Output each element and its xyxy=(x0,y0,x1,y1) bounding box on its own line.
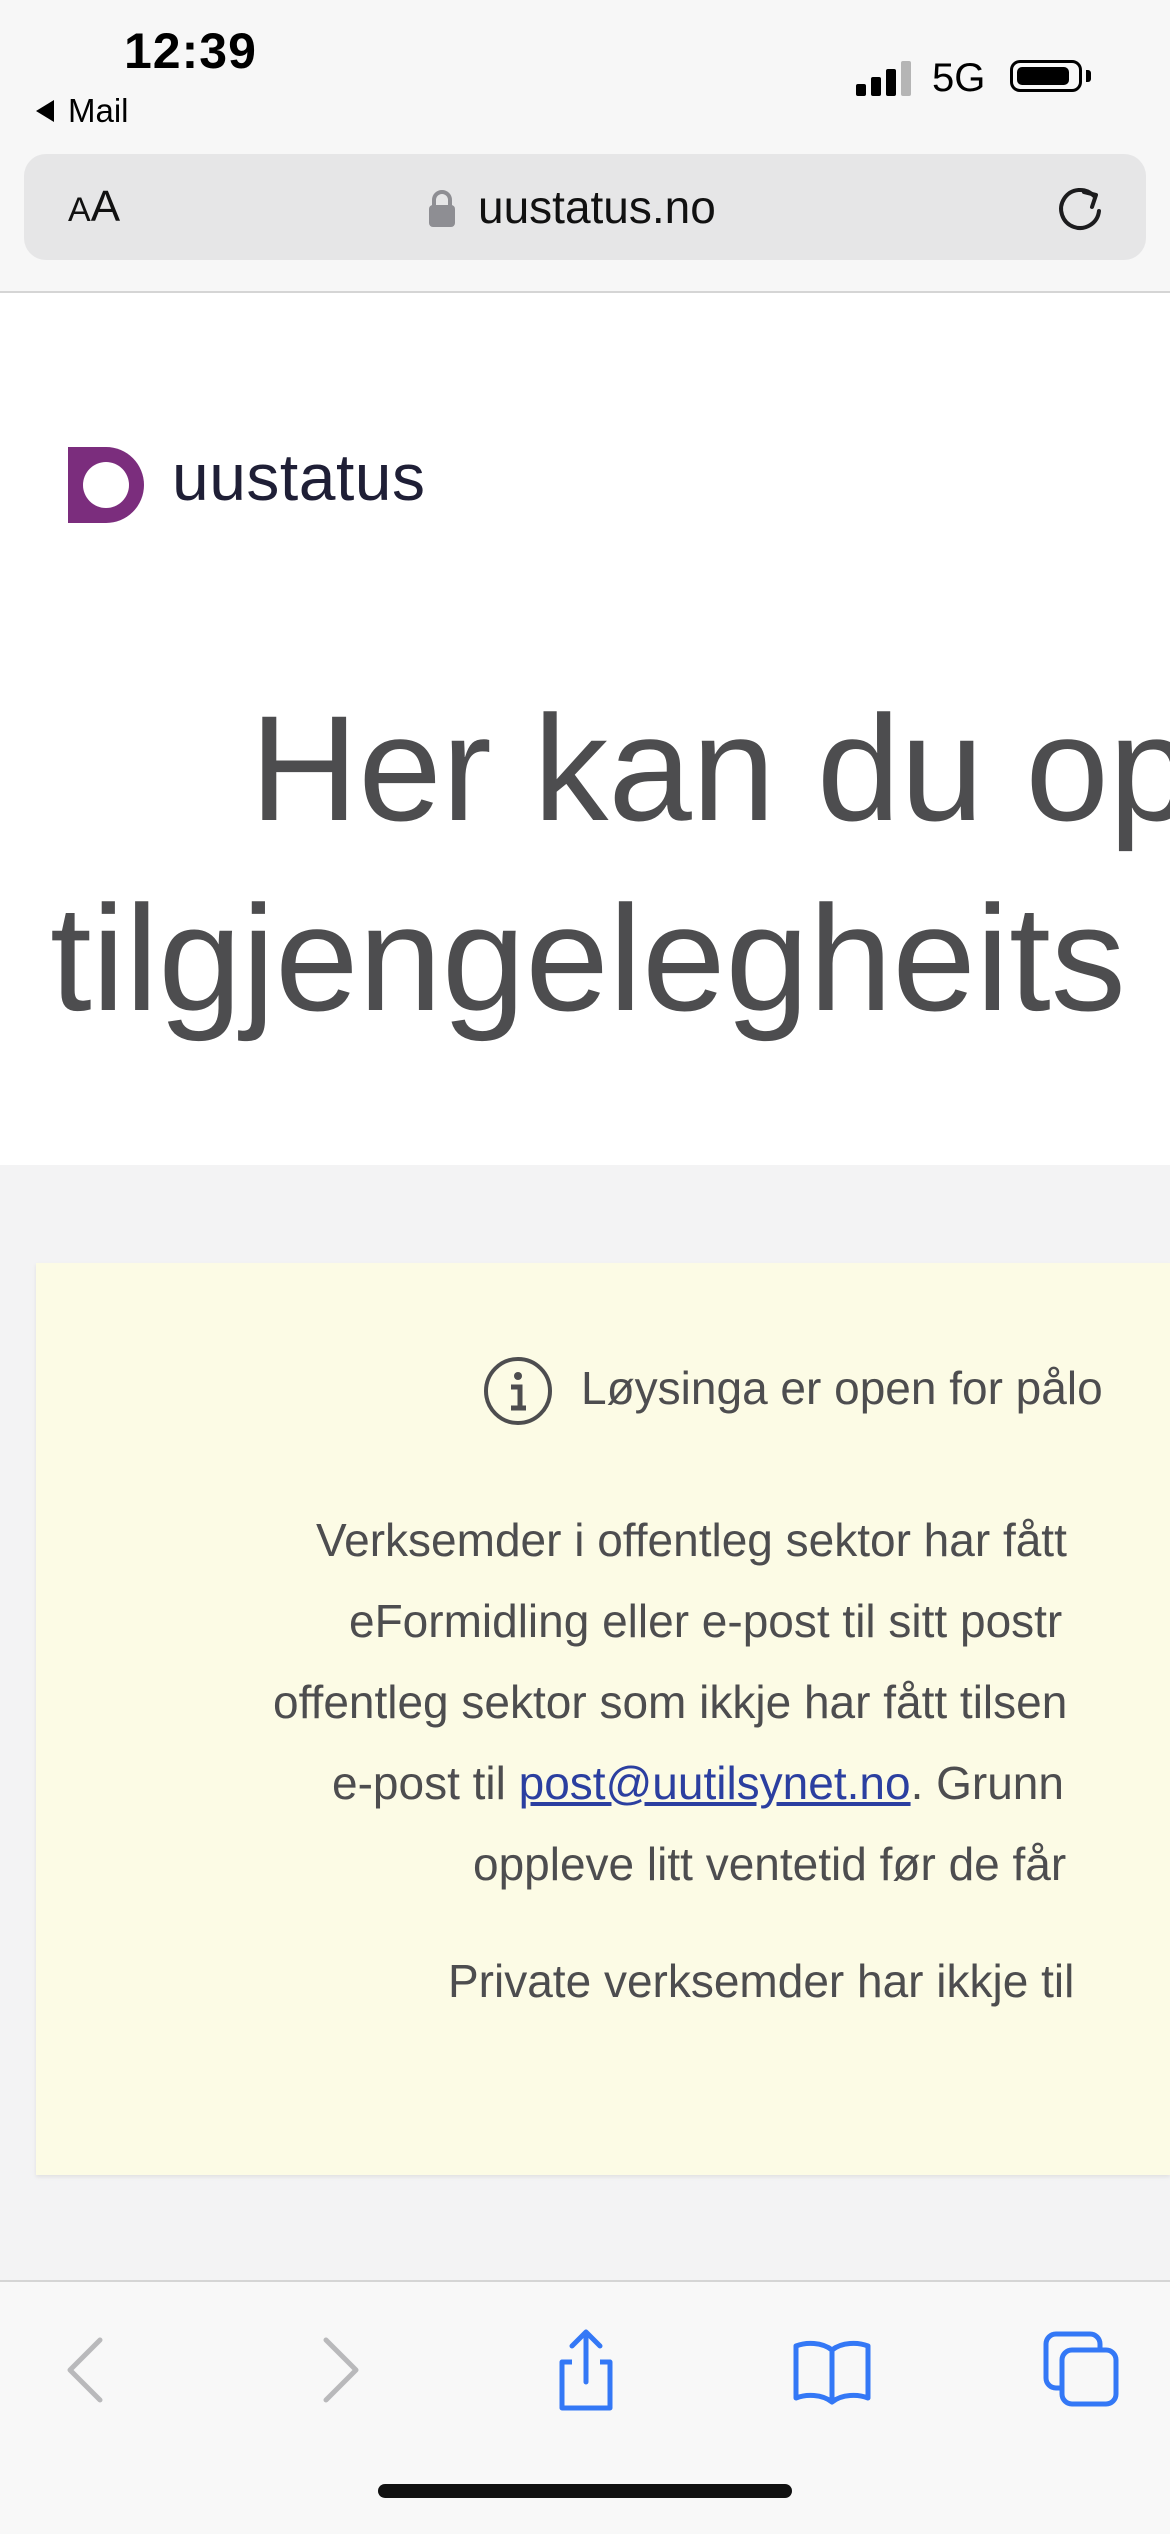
back-triangle-icon xyxy=(36,100,54,122)
hero-line-2: tilgjengelegheits xyxy=(50,874,1126,1042)
url-text[interactable]: uustatus.no xyxy=(478,180,716,234)
status-time: 12:39 xyxy=(124,23,257,79)
forward-icon[interactable] xyxy=(296,2328,380,2412)
back-to-app-link[interactable]: Mail xyxy=(36,92,129,130)
notice-para-line-3: offentleg sektor som ikkje har fått tils… xyxy=(273,1676,1068,1728)
battery-tip xyxy=(1086,70,1091,82)
tabs-icon[interactable] xyxy=(1040,2328,1124,2412)
cellular-signal-icon xyxy=(856,56,916,96)
status-bar: 12:39 Mail 5G xyxy=(0,0,1170,150)
back-app-label: Mail xyxy=(68,92,129,129)
address-bar[interactable]: AA uustatus.no xyxy=(24,154,1146,260)
web-page: uustatus Her kan du op tilgjengelegheits… xyxy=(0,293,1170,2280)
notice-private-line: Private verksemder har ikkje til xyxy=(448,1955,1075,2007)
email-link[interactable]: post@uutilsynet.no xyxy=(519,1757,911,1809)
text-size-button[interactable]: AA xyxy=(68,182,120,232)
notice-para-line-4: e-post til post@uutilsynet.no. Grunn xyxy=(332,1757,1064,1809)
notice-para-line-1: Verksemder i offentleg sektor har fått xyxy=(316,1514,1067,1566)
home-indicator[interactable] xyxy=(378,2484,792,2498)
site-header: uustatus Her kan du op tilgjengelegheits xyxy=(0,293,1170,1165)
hero-line-1: Her kan du op xyxy=(250,684,1170,852)
uustatus-logo-icon[interactable] xyxy=(68,447,144,523)
battery-icon xyxy=(1010,60,1082,92)
bookmarks-icon[interactable] xyxy=(790,2328,874,2412)
browser-address-area: AA uustatus.no xyxy=(0,150,1170,293)
share-icon[interactable] xyxy=(544,2328,628,2412)
back-icon[interactable] xyxy=(46,2328,130,2412)
notice-para-line-2: eFormidling eller e-post til sitt postr xyxy=(349,1595,1063,1647)
reload-icon[interactable] xyxy=(1052,180,1108,236)
lock-icon xyxy=(429,190,455,227)
logo-text[interactable]: uustatus xyxy=(172,439,426,515)
network-type: 5G xyxy=(932,56,986,100)
info-icon xyxy=(484,1357,552,1425)
notice-headline: Løysinga er open for pålo xyxy=(581,1362,1103,1414)
notice-para-line-5: oppleve litt ventetid før de får xyxy=(473,1838,1067,1890)
login-notice-box: Løysinga er open for pålo Verksemder i o… xyxy=(36,1263,1170,2175)
